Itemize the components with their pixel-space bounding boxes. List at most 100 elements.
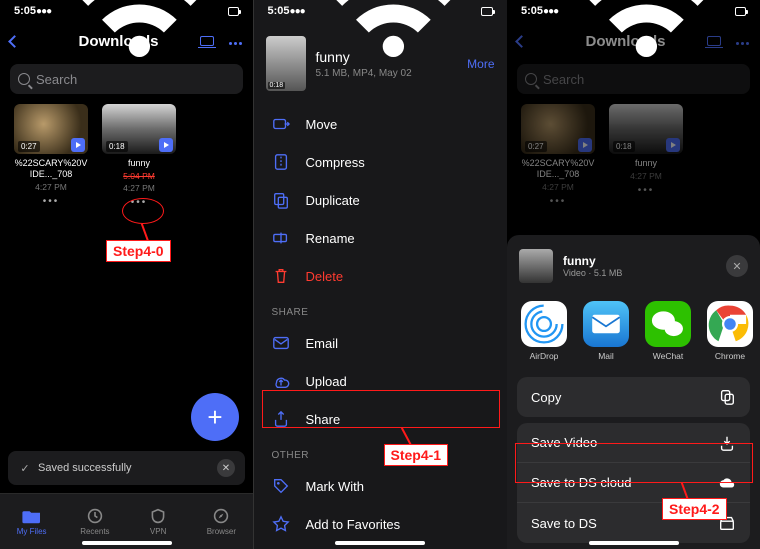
- action-upload[interactable]: Upload: [254, 362, 507, 400]
- rename-icon: [272, 229, 290, 247]
- navbar: Downloads: [507, 22, 760, 60]
- action-save-ds-cloud[interactable]: Save to DS cloud: [517, 463, 750, 503]
- share-app-airdrop[interactable]: AirDrop: [521, 301, 567, 361]
- file-time: 4:27 PM: [14, 182, 88, 192]
- clock: 5:05: [268, 5, 290, 17]
- play-icon: [71, 138, 85, 152]
- action-mark-with[interactable]: Mark With: [254, 467, 507, 505]
- overflow-menu-button[interactable]: [228, 32, 243, 50]
- tab-label: VPN: [150, 527, 166, 536]
- chevron-left-icon: [8, 35, 21, 48]
- action-label: Rename: [306, 231, 355, 246]
- action-label: Email: [306, 336, 339, 351]
- file-card-scary[interactable]: 0:27 %22SCARY%20VIDE..._708 4:27 PM •••: [14, 104, 88, 208]
- file-menu-button[interactable]: •••: [14, 196, 88, 207]
- dots-icon: ●●●: [36, 6, 51, 17]
- annotation-label: Step4-1: [384, 444, 449, 466]
- action-list: Move Compress Duplicate Rename Delete SH…: [254, 105, 507, 543]
- sheet-actions-2: Save Video Save to DS cloud Save to DS: [517, 423, 750, 543]
- sheet-header: funny Video · 5.1 MB ✕: [507, 245, 760, 293]
- toast-close-button[interactable]: ✕: [217, 459, 235, 477]
- action-label: Move: [306, 117, 338, 132]
- file-card-funny[interactable]: 0:18 funny 5:04 PM 4:27 PM •••: [102, 104, 176, 208]
- airdrop-icon: [521, 301, 567, 347]
- file-thumbnail: 0:27: [14, 104, 88, 154]
- sheet-actions: Copy: [517, 377, 750, 417]
- phone-2-file-actions: 5:05 ●●● 0:18 funny 5.1 MB, MP4, May 02 …: [254, 0, 507, 549]
- toast: ✓ Saved successfully ✕: [8, 451, 245, 485]
- tab-my-files[interactable]: My Files: [0, 494, 63, 549]
- page-title: Downloads: [50, 33, 187, 50]
- sheet-file-meta: Video · 5.1 MB: [563, 268, 716, 278]
- duration-badge: 0:27: [18, 141, 40, 152]
- share-app-mail[interactable]: Mail: [583, 301, 629, 361]
- share-app-wechat[interactable]: WeChat: [645, 301, 691, 361]
- sheet-file-name: funny: [563, 254, 716, 268]
- action-label: Save to DS cloud: [531, 475, 631, 490]
- cast-icon[interactable]: [200, 36, 214, 46]
- trash-icon: [272, 267, 290, 285]
- action-save-video[interactable]: Save Video: [517, 423, 750, 463]
- annotation-label: Step4-2: [662, 498, 727, 520]
- chrome-icon: [707, 301, 753, 347]
- action-label: Upload: [306, 374, 347, 389]
- upload-icon: [272, 372, 290, 390]
- cloud-icon: [718, 474, 736, 492]
- email-icon: [272, 334, 290, 352]
- sheet-close-button[interactable]: ✕: [726, 255, 748, 277]
- action-label: Share: [306, 412, 341, 427]
- compass-icon: [211, 508, 231, 524]
- section-header-other: OTHER: [254, 438, 507, 467]
- home-indicator: [335, 541, 425, 545]
- action-share[interactable]: Share: [254, 400, 507, 438]
- overflow-menu-button: [735, 32, 750, 50]
- share-icon: [272, 410, 290, 428]
- status-bar: 5:05 ●●●: [507, 0, 760, 22]
- back-button[interactable]: [10, 37, 50, 46]
- copy-icon: [718, 388, 736, 406]
- action-label: Add to Favorites: [306, 517, 401, 532]
- share-app-chrome[interactable]: Chrome: [707, 301, 753, 361]
- action-duplicate[interactable]: Duplicate: [254, 181, 507, 219]
- file-name: %22SCARY%20VIDE..._708: [14, 158, 88, 180]
- action-compress[interactable]: Compress: [254, 143, 507, 181]
- mail-icon: [583, 301, 629, 347]
- play-icon: [159, 138, 173, 152]
- action-copy[interactable]: Copy: [517, 377, 750, 417]
- add-button[interactable]: +: [191, 393, 239, 441]
- share-apps-row: AirDrop Mail WeChat Chrome: [507, 293, 760, 373]
- tag-icon: [272, 477, 290, 495]
- search-placeholder: Search: [36, 72, 77, 87]
- phone-3-share-sheet: 5:05 ●●● Downloads Search 0:27%22SCARY%2…: [507, 0, 760, 549]
- file-name: funny: [316, 49, 458, 65]
- page-title: Downloads: [557, 33, 694, 50]
- download-icon: [718, 434, 736, 452]
- status-bar: 5:05 ●●●: [254, 0, 507, 22]
- file-menu-button[interactable]: •••: [102, 197, 176, 208]
- annotation-label: Step4-0: [106, 240, 171, 262]
- search-icon: [18, 73, 30, 85]
- tab-browser[interactable]: Browser: [190, 494, 253, 549]
- compress-icon: [272, 153, 290, 171]
- action-email[interactable]: Email: [254, 324, 507, 362]
- more-button[interactable]: More: [467, 57, 494, 71]
- action-move[interactable]: Move: [254, 105, 507, 143]
- action-delete[interactable]: Delete: [254, 257, 507, 295]
- phone-1-downloads: 5:05 ●●● Downloads Search 0:27 %22SCARY%…: [0, 0, 253, 549]
- file-time-struck: 5:04 PM: [102, 171, 176, 181]
- tab-label: Browser: [207, 527, 236, 536]
- toast-text: Saved successfully: [38, 462, 132, 474]
- folder-icon: [22, 508, 42, 524]
- battery-icon: [228, 7, 239, 16]
- clock: 5:05: [521, 5, 543, 17]
- action-rename[interactable]: Rename: [254, 219, 507, 257]
- app-label: AirDrop: [530, 351, 559, 361]
- app-label: WeChat: [653, 351, 684, 361]
- action-favorite[interactable]: Add to Favorites: [254, 505, 507, 543]
- tab-bar: My Files Recents VPN Browser: [0, 493, 253, 549]
- tab-label: Recents: [80, 527, 109, 536]
- file-grid: 0:27 %22SCARY%20VIDE..._708 4:27 PM ••• …: [0, 104, 253, 208]
- file-thumbnail: 0:18: [102, 104, 176, 154]
- app-label: Chrome: [715, 351, 745, 361]
- action-label: Copy: [531, 390, 561, 405]
